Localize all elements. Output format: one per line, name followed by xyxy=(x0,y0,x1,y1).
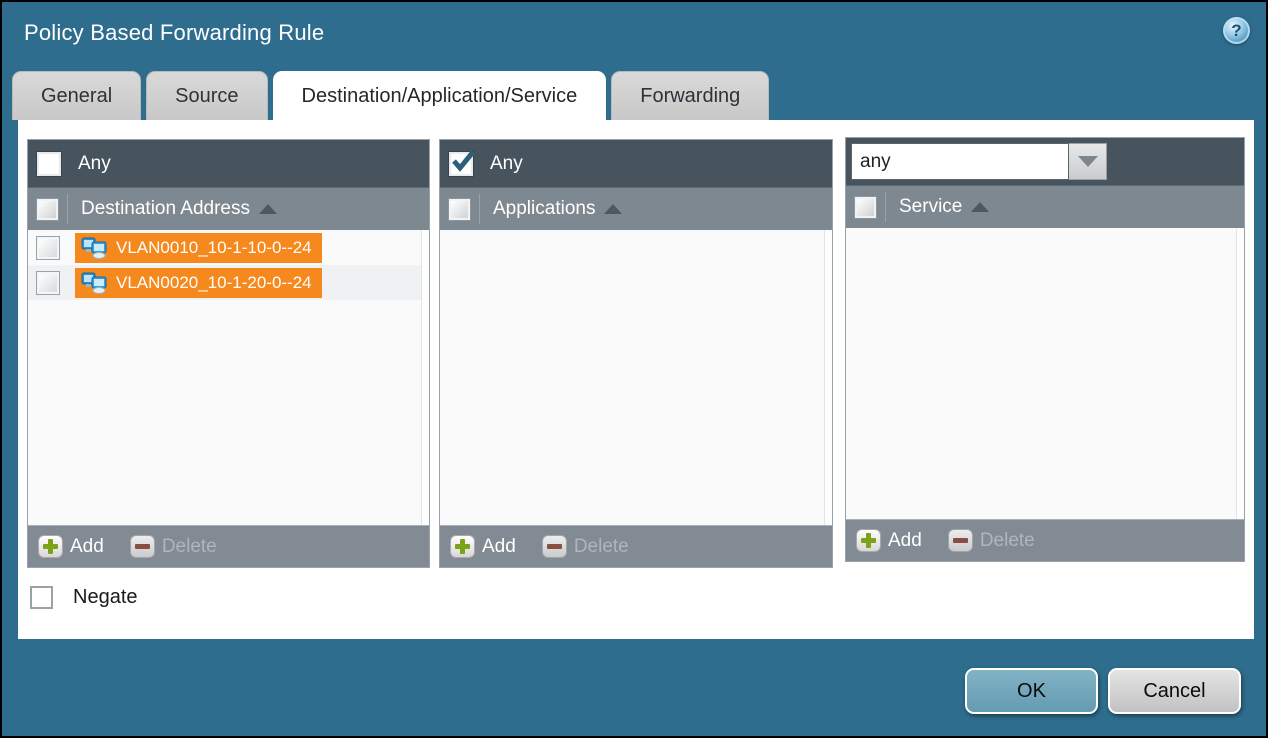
tab-content: Any Destination Address xyxy=(18,120,1254,639)
delete-button[interactable]: Delete xyxy=(130,535,217,558)
service-footer: Add Delete xyxy=(846,519,1244,561)
cancel-button[interactable]: Cancel xyxy=(1108,668,1241,714)
service-select-all-checkbox[interactable] xyxy=(855,197,876,218)
destination-address-value: VLAN0010_10-1-10-0--24 xyxy=(116,238,312,258)
applications-panel: Any Applications Add Delete xyxy=(439,139,833,568)
delete-button[interactable]: Delete xyxy=(948,529,1035,552)
tab-forwarding[interactable]: Forwarding xyxy=(611,71,769,120)
service-column-label: Service xyxy=(899,196,962,218)
destination-any-checkbox[interactable] xyxy=(37,152,61,176)
destination-any-bar: Any xyxy=(28,140,429,187)
header-divider xyxy=(885,192,886,222)
destination-select-all-checkbox[interactable] xyxy=(37,199,58,220)
service-dropdown-value[interactable]: any xyxy=(851,143,1069,180)
applications-any-bar: Any xyxy=(440,140,832,187)
row-checkbox[interactable] xyxy=(37,272,59,294)
plus-icon xyxy=(450,535,475,558)
destination-list: VLAN0010_10-1-10-0--24 xyxy=(28,230,429,525)
negate-label: Negate xyxy=(73,586,138,609)
destination-footer: Add Delete xyxy=(28,525,429,567)
chevron-down-icon[interactable] xyxy=(1069,143,1107,180)
tab-general[interactable]: General xyxy=(12,71,141,120)
plus-icon xyxy=(38,535,63,558)
applications-list xyxy=(440,230,832,525)
scrollbar-track[interactable] xyxy=(824,230,832,525)
applications-column-label: Applications xyxy=(493,198,595,220)
add-button[interactable]: Add xyxy=(856,529,922,552)
negate-checkbox[interactable] xyxy=(30,586,53,609)
sort-ascending-icon[interactable] xyxy=(604,204,622,214)
delete-button[interactable]: Delete xyxy=(542,535,629,558)
applications-column-header[interactable]: Applications xyxy=(440,187,832,230)
scrollbar-track[interactable] xyxy=(1236,228,1244,519)
service-dropdown[interactable]: any xyxy=(851,143,1107,180)
dialog-title: Policy Based Forwarding Rule xyxy=(24,20,324,46)
destination-column-label: Destination Address xyxy=(81,198,250,220)
scrollbar-track[interactable] xyxy=(421,230,429,525)
network-address-icon xyxy=(81,237,108,259)
table-row: VLAN0020_10-1-20-0--24 xyxy=(28,265,429,300)
plus-icon xyxy=(856,529,881,552)
add-button[interactable]: Add xyxy=(38,535,104,558)
negate-row: Negate xyxy=(30,586,138,609)
destination-column-header[interactable]: Destination Address xyxy=(28,187,429,230)
ok-button[interactable]: OK xyxy=(965,668,1098,714)
destination-address-chip[interactable]: VLAN0010_10-1-10-0--24 xyxy=(75,233,322,263)
applications-any-label: Any xyxy=(490,153,523,175)
tab-source[interactable]: Source xyxy=(146,71,267,120)
sort-ascending-icon[interactable] xyxy=(971,202,989,212)
table-row: VLAN0010_10-1-10-0--24 xyxy=(28,230,429,265)
tab-destination-application-service[interactable]: Destination/Application/Service xyxy=(273,71,607,120)
service-list xyxy=(846,228,1244,519)
header-divider xyxy=(479,194,480,224)
help-icon[interactable]: ? xyxy=(1223,17,1250,44)
destination-address-panel: Any Destination Address xyxy=(27,139,430,568)
tab-bar: General Source Destination/Application/S… xyxy=(12,71,774,120)
row-checkbox[interactable] xyxy=(37,237,59,259)
sort-ascending-icon[interactable] xyxy=(259,204,277,214)
header-divider xyxy=(67,194,68,224)
minus-icon xyxy=(130,535,155,558)
applications-footer: Add Delete xyxy=(440,525,832,567)
policy-based-forwarding-rule-dialog: Policy Based Forwarding Rule ? General S… xyxy=(0,0,1268,738)
destination-address-chip[interactable]: VLAN0020_10-1-20-0--24 xyxy=(75,268,322,298)
applications-select-all-checkbox[interactable] xyxy=(449,199,470,220)
applications-any-checkbox[interactable] xyxy=(449,152,473,176)
destination-any-label: Any xyxy=(78,153,111,175)
network-address-icon xyxy=(81,272,108,294)
minus-icon xyxy=(542,535,567,558)
service-column-header[interactable]: Service xyxy=(846,185,1244,228)
destination-address-value: VLAN0020_10-1-20-0--24 xyxy=(116,273,312,293)
add-button[interactable]: Add xyxy=(450,535,516,558)
service-dropdown-bar: any xyxy=(846,138,1244,185)
minus-icon xyxy=(948,529,973,552)
service-panel: any Service Add Delete xyxy=(845,137,1245,562)
